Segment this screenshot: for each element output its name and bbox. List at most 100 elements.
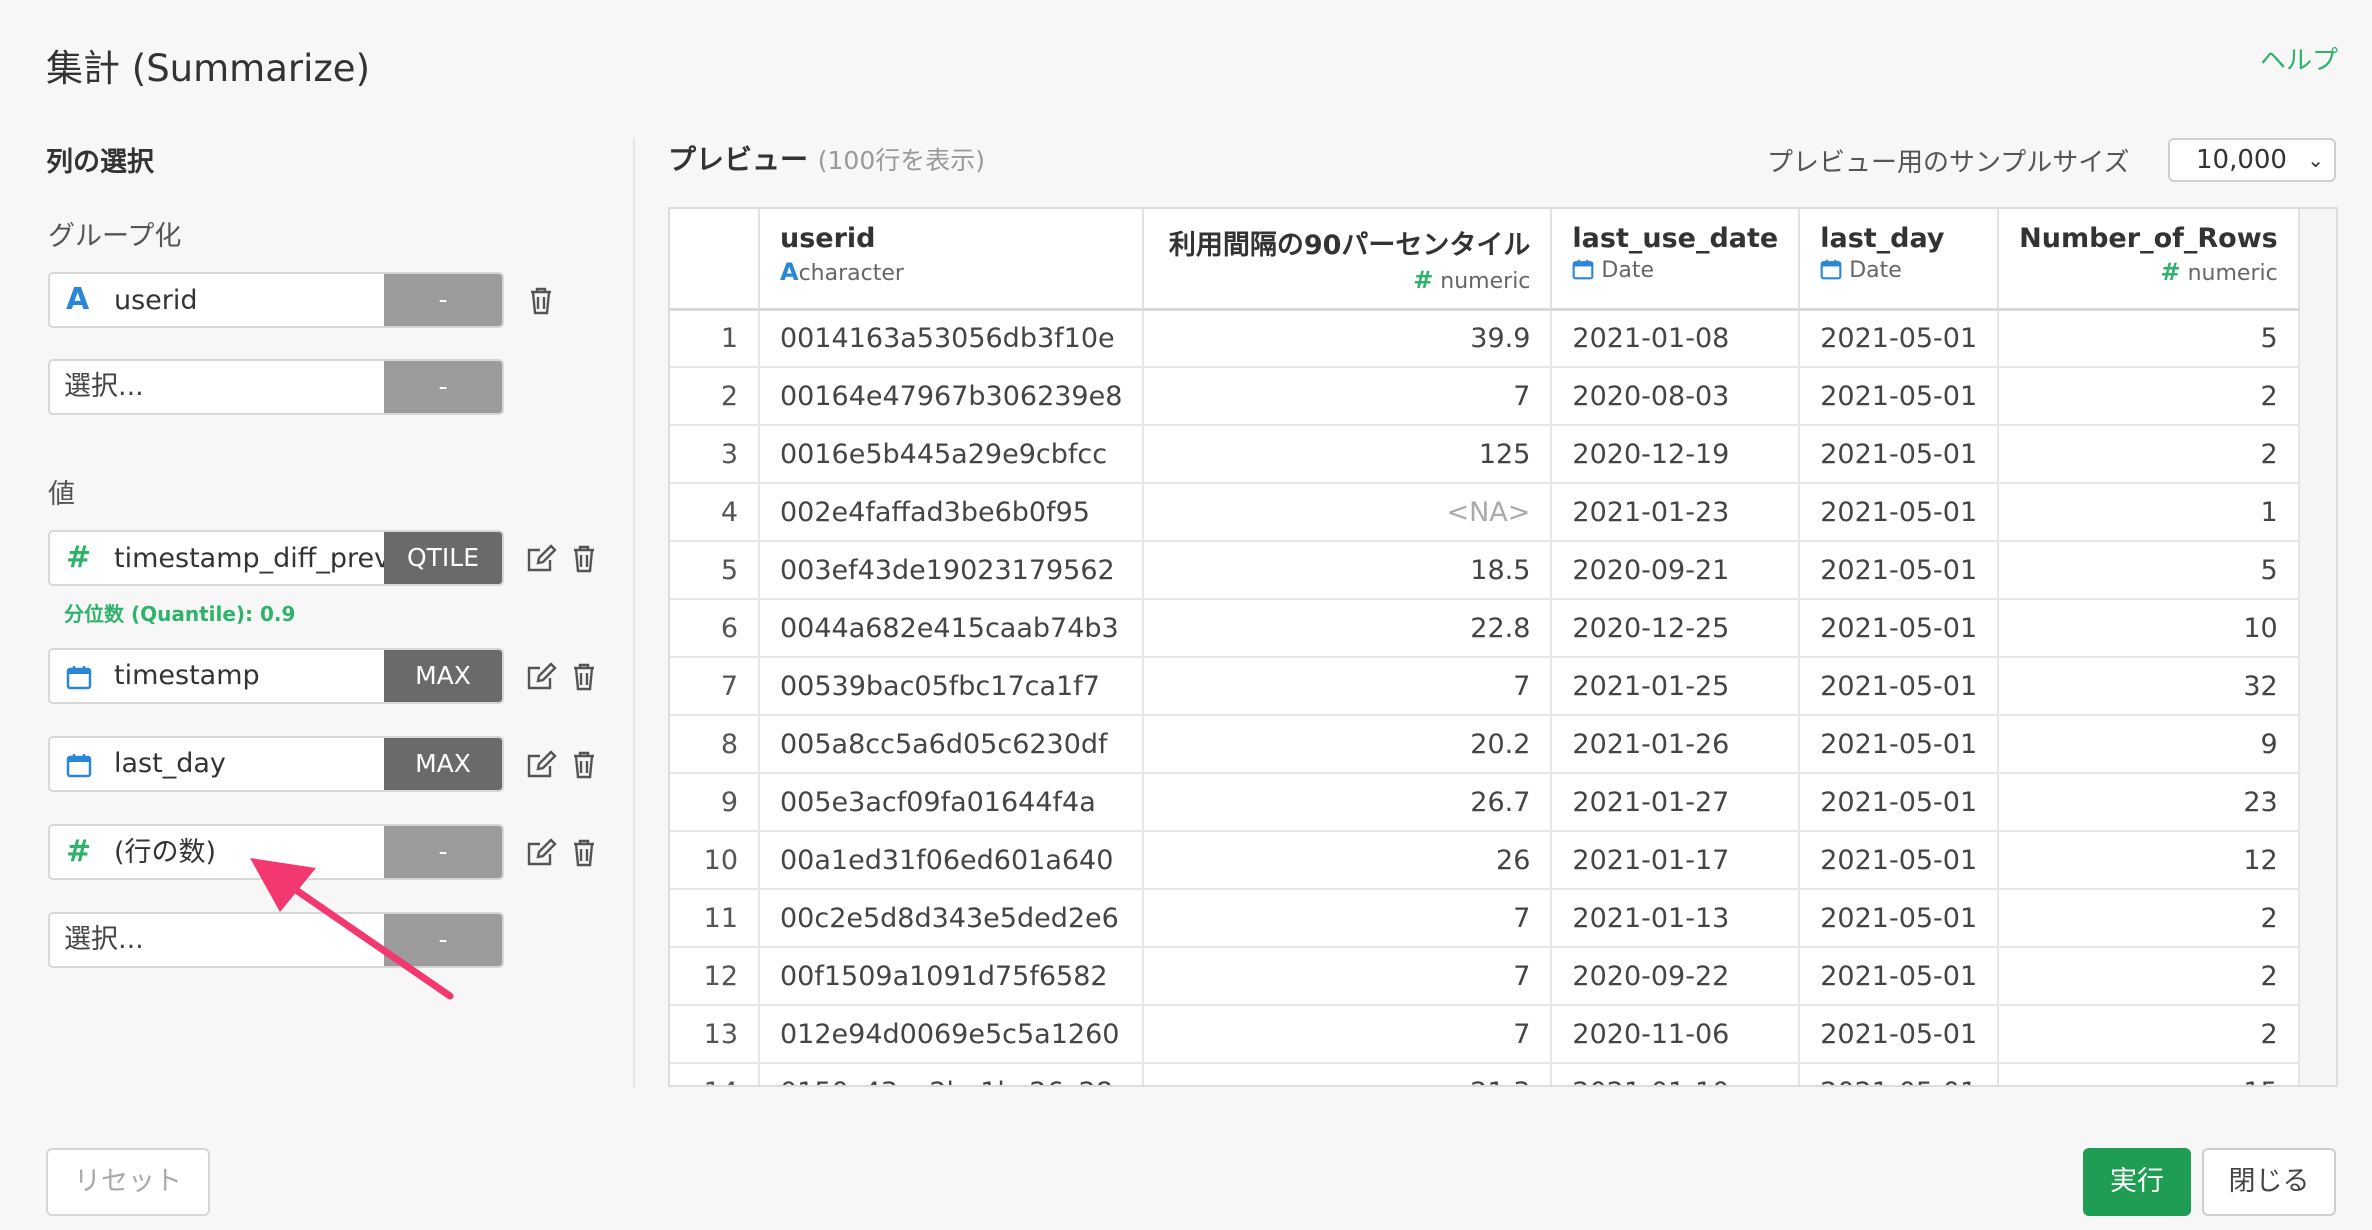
column-header-percentile[interactable]: 利用間隔の90パーセンタイル # numeric [1143,209,1553,311]
table-cell: 26.7 [1143,773,1553,832]
table-cell: 9 [1998,715,2300,774]
table-cell: 2021-05-01 [1799,715,2000,774]
table-cell: 125 [1143,425,1553,484]
table-cell: 2021-05-01 [1799,425,2000,484]
select-placeholder: 選択... [64,924,144,955]
numeric-icon: # [66,834,92,869]
row-index: 9 [670,773,760,832]
table-cell: 2021-01-26 [1551,715,1801,774]
table-cell: 2020-09-22 [1551,947,1801,1006]
column-header-number-of-rows[interactable]: Number_of_Rows # numeric [1998,209,2300,311]
row-index: 6 [670,599,760,658]
table-cell: 2021-01-17 [1551,831,1801,890]
table-cell: 2020-09-21 [1551,541,1801,600]
row-index: 2 [670,367,760,426]
aggregate-button[interactable]: - [384,361,502,413]
column-name: last_use_date [1572,223,1779,254]
date-icon [1573,259,1594,280]
edit-icon[interactable] [524,542,558,576]
help-link[interactable]: ヘルプ [2260,40,2338,77]
row-index: 8 [670,715,760,774]
field-name: timestamp [114,660,260,691]
table-row: 5 003ef43de19023179562 18.5 2020-09-21 2021-… [670,541,2300,600]
reset-button[interactable]: リセット [46,1148,210,1216]
table-cell: 10 [1998,599,2300,658]
quantile-note: 分位数 (Quantile): 0.9 [64,602,296,626]
value-field-timestamp[interactable]: timestamp MAX [48,648,504,704]
column-selection-title: 列の選択 [46,147,154,178]
table-cell: 00164e47967b306239e8 [759,367,1145,426]
table-cell: 32 [1998,657,2300,716]
trash-icon[interactable] [567,836,601,870]
table-cell: 2021-01-27 [1551,773,1801,832]
trash-icon[interactable] [567,660,601,694]
table-cell: 2020-12-25 [1551,599,1801,658]
row-index: 14 [670,1063,760,1085]
aggregate-button[interactable]: - [384,914,502,966]
table-row: 4 002e4faffad3be6b0f95 <NA> 2021-01-23 2021-… [670,483,2300,542]
sample-size-label: プレビュー用のサンプルサイズ [1767,148,2130,178]
date-icon [66,738,114,790]
group-field-select[interactable]: 選択... - [48,359,504,415]
column-type: numeric [1440,269,1531,294]
column-header-userid[interactable]: userid Acharacter [759,209,1145,311]
group-by-label: グループ化 [48,221,182,252]
row-index: 1 [670,309,760,368]
row-index: 11 [670,889,760,948]
table-cell: 2021-01-25 [1551,657,1801,716]
column-type: Date [1601,258,1654,283]
edit-icon[interactable] [524,748,558,782]
aggregate-button[interactable]: QTILE [384,532,502,584]
chevron-down-icon: ⌄ [2307,148,2324,172]
run-button[interactable]: 実行 [2083,1148,2191,1216]
table-cell: 00c2e5d8d343e5ded2e6 [759,889,1145,948]
page-title: 集計 (Summarize) [46,47,371,90]
table-row: 9 005e3acf09fa01644f4a 26.7 2021-01-27 2021-… [670,773,2300,832]
table-cell: 21.3 [1143,1063,1553,1085]
numeric-icon: # [2160,258,2181,286]
preview-table[interactable]: userid Acharacter 利用間隔の90パーセンタイル # numer… [668,207,2338,1087]
table-cell: 39.9 [1143,309,1553,368]
character-icon: A [780,258,799,286]
close-button[interactable]: 閉じる [2202,1148,2336,1216]
table-cell: 20.2 [1143,715,1553,774]
row-index: 10 [670,831,760,890]
group-field-userid[interactable]: Auserid - [48,272,504,328]
table-cell: 0016e5b445a29e9cbfcc [759,425,1145,484]
table-cell: 2021-05-01 [1799,309,2000,368]
table-cell: 2021-01-10 [1551,1063,1801,1085]
trash-icon[interactable] [567,748,601,782]
value-field-select[interactable]: 選択... - [48,912,504,968]
table-cell: 12 [1998,831,2300,890]
column-type: character [798,261,904,286]
table-cell: 2021-05-01 [1799,541,2000,600]
preview-title-text: プレビュー [668,143,809,176]
column-header-last-use-date[interactable]: last_use_date Date [1551,209,1801,311]
table-cell: 2021-05-01 [1799,831,2000,890]
aggregate-button[interactable]: MAX [384,650,502,702]
edit-icon[interactable] [524,836,558,870]
table-cell: 2 [1998,947,2300,1006]
value-field-timestamp-diff-prev[interactable]: # timestamp_diff_prev QTILE [48,530,504,586]
table-cell: 7 [1143,367,1553,426]
table-cell: 2021-05-01 [1799,1063,2000,1085]
edit-icon[interactable] [524,660,558,694]
character-icon: A [66,282,90,317]
aggregate-button[interactable]: MAX [384,738,502,790]
table-cell: 1 [1998,483,2300,542]
table-cell: 2 [1998,425,2300,484]
sample-size-select[interactable]: 10,000 ⌄ [2168,138,2336,182]
aggregate-button[interactable]: - [384,826,502,878]
trash-icon[interactable] [524,284,558,318]
table-cell: 002e4faffad3be6b0f95 [759,483,1145,542]
aggregate-button[interactable]: - [384,274,502,326]
row-index: 7 [670,657,760,716]
trash-icon[interactable] [567,542,601,576]
row-index: 12 [670,947,760,1006]
value-field-last-day[interactable]: last_day MAX [48,736,504,792]
numeric-icon: # [1413,266,1434,294]
table-cell: 5 [1998,541,2300,600]
value-field-row-count[interactable]: # (行の数) - [48,824,504,880]
column-header-last-day[interactable]: last_day Date [1799,209,2000,311]
table-cell: 2 [1998,889,2300,948]
